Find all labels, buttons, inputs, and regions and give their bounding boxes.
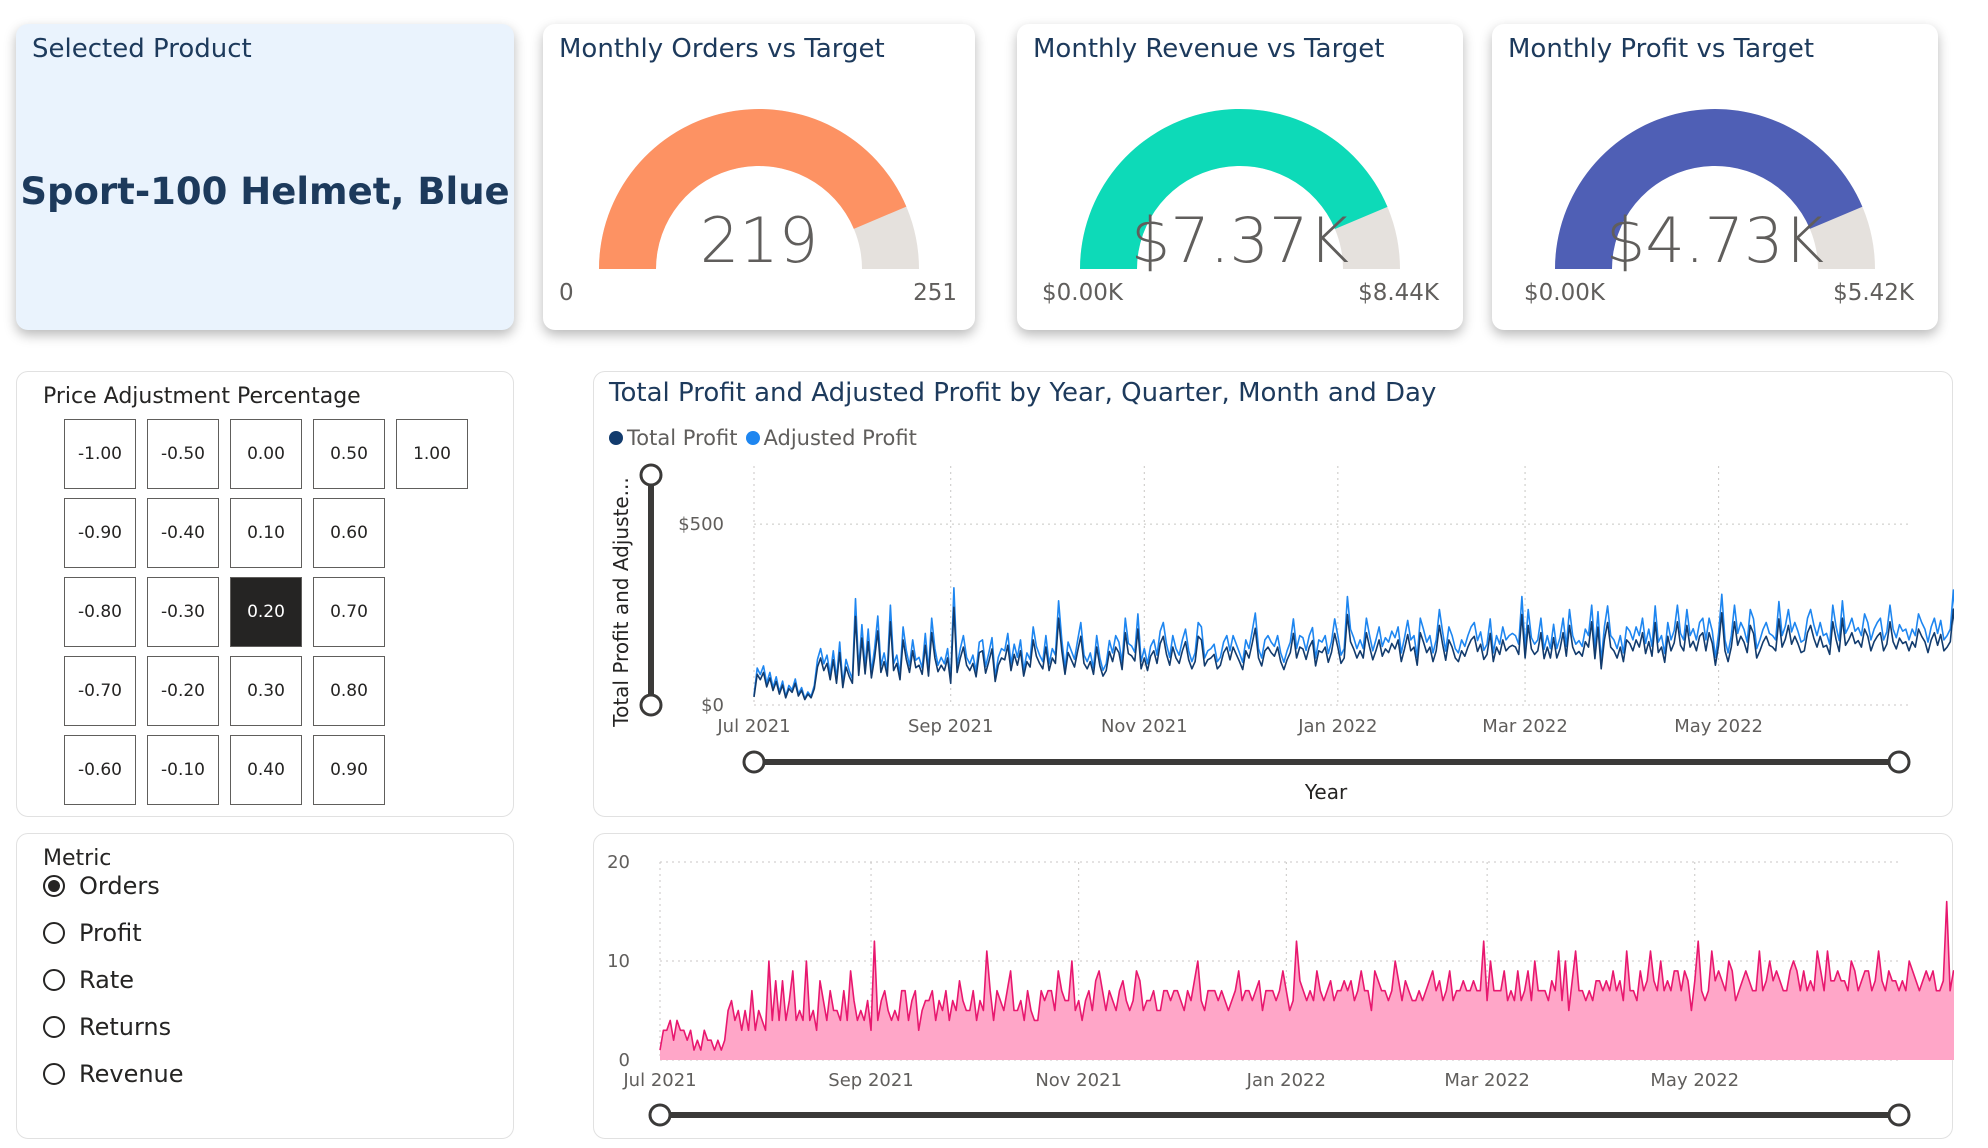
metric-option-profit[interactable]: Profit: [43, 919, 142, 947]
price-option-0.80[interactable]: 0.80: [313, 656, 385, 726]
radio-label: Rate: [79, 966, 135, 994]
orders-area-fill: [660, 901, 1954, 1060]
orders-gauge: [599, 109, 919, 269]
price-option-0.90[interactable]: 0.90: [313, 735, 385, 805]
profit-gauge-card[interactable]: Monthly Profit vs Target $4.73K $0.00K $…: [1492, 24, 1938, 330]
price-option-0.70[interactable]: 0.70: [313, 577, 385, 647]
selected-product-card: Selected Product Sport-100 Helmet, Blue: [16, 24, 514, 330]
x-tick-label: Mar 2022: [1444, 1070, 1530, 1091]
price-option--0.20[interactable]: -0.20: [147, 656, 219, 726]
series-line-total-profit: [753, 606, 1954, 701]
price-option-0.30[interactable]: 0.30: [230, 656, 302, 726]
orders-gauge-min: 0: [559, 280, 574, 306]
x-tick-label: Mar 2022: [1482, 716, 1568, 737]
price-option-0.00[interactable]: 0.00: [230, 419, 302, 489]
y-range-slider-handle-top[interactable]: [639, 463, 663, 487]
radio-button[interactable]: [43, 969, 65, 991]
price-option--0.10[interactable]: -0.10: [147, 735, 219, 805]
price-option-0.40[interactable]: 0.40: [230, 735, 302, 805]
series-line-adjusted-profit: [753, 587, 1954, 700]
y-tick-label: $0: [701, 695, 724, 716]
radio-button[interactable]: [43, 875, 65, 897]
price-option-0.10[interactable]: 0.10: [230, 498, 302, 568]
price-adjustment-title: Price Adjustment Percentage: [43, 384, 361, 409]
x-tick-label: Nov 2021: [1035, 1070, 1122, 1091]
orders-area-chart: 0 10 20 Jul 2021 Sep 2021 Nov 2021 Jan 2022 Mar…: [607, 852, 1954, 1127]
x-tick-label: Jan 2022: [1246, 1070, 1326, 1091]
x-range-slider-handle-start[interactable]: [648, 1103, 672, 1127]
price-option--1.00[interactable]: -1.00: [64, 419, 136, 489]
profit-gauge-value: $4.73K: [1605, 204, 1825, 277]
x-tick-label: May 2022: [1650, 1070, 1739, 1091]
selected-product-title: Selected Product: [32, 34, 252, 64]
metric-option-revenue[interactable]: Revenue: [43, 1060, 184, 1088]
price-option--0.80[interactable]: -0.80: [64, 577, 136, 647]
x-axis-title: Year: [1304, 780, 1348, 804]
x-tick-label: Nov 2021: [1101, 716, 1188, 737]
selected-product-value: Sport-100 Helmet, Blue: [20, 170, 510, 213]
radio-label: Orders: [79, 872, 160, 900]
radio-button[interactable]: [43, 1016, 65, 1038]
price-option-0.50[interactable]: 0.50: [313, 419, 385, 489]
price-option--0.90[interactable]: -0.90: [64, 498, 136, 568]
price-option-0.20[interactable]: 0.20: [230, 577, 302, 647]
x-tick-label: Jul 2021: [716, 716, 790, 737]
radio-button[interactable]: [43, 922, 65, 944]
orders-gauge-max: 251: [913, 280, 957, 306]
profit-chart-card: Total Profit and Adjusted Profit by Year…: [593, 371, 1954, 817]
revenue-gauge-min: $0.00K: [1042, 280, 1123, 306]
x-tick-label: Jan 2022: [1297, 716, 1377, 737]
profit-gauge-max: $5.42K: [1833, 280, 1914, 306]
price-option-0.60[interactable]: 0.60: [313, 498, 385, 568]
price-option-1.00[interactable]: 1.00: [396, 419, 468, 489]
orders-chart-card: 0 10 20 Jul 2021 Sep 2021 Nov 2021 Jan 2022 Mar…: [593, 833, 1954, 1139]
price-adjustment-slicer: Price Adjustment Percentage -1.00 -0.90 -0…: [16, 371, 514, 817]
radio-label: Revenue: [79, 1060, 184, 1088]
y-tick-label: $500: [678, 514, 724, 535]
y-tick-label: 10: [607, 951, 630, 972]
x-tick-label: Jul 2021: [622, 1070, 696, 1091]
y-tick-label: 20: [607, 852, 630, 873]
profit-line-chart: $0 $500 Jul 2021 Sep 2021 Nov 2021 Jan 2022 Ma…: [609, 463, 1954, 804]
y-axis-title: Total Profit and Adjuste...: [609, 477, 633, 727]
price-option--0.50[interactable]: -0.50: [147, 419, 219, 489]
orders-gauge-card[interactable]: Monthly Orders vs Target 219 0 251: [543, 24, 975, 330]
x-range-slider-handle-start[interactable]: [742, 750, 766, 774]
price-option--0.60[interactable]: -0.60: [64, 735, 136, 805]
radio-label: Profit: [79, 919, 142, 947]
radio-button[interactable]: [43, 1063, 65, 1085]
metric-title: Metric: [43, 846, 112, 871]
price-option--0.70[interactable]: -0.70: [64, 656, 136, 726]
y-range-slider-handle-bottom[interactable]: [639, 693, 663, 717]
x-range-slider-handle-end[interactable]: [1887, 1103, 1911, 1127]
x-tick-label: May 2022: [1674, 716, 1763, 737]
metric-option-rate[interactable]: Rate: [43, 966, 134, 994]
revenue-gauge-card[interactable]: Monthly Revenue vs Target $7.37K $0.00K …: [1017, 24, 1463, 330]
revenue-gauge-value: $7.37K: [1130, 204, 1350, 277]
price-option--0.30[interactable]: -0.30: [147, 577, 219, 647]
revenue-gauge-max: $8.44K: [1358, 280, 1439, 306]
radio-label: Returns: [79, 1013, 172, 1041]
metric-option-orders[interactable]: Orders: [43, 872, 160, 900]
x-tick-label: Sep 2021: [828, 1070, 913, 1091]
price-option--0.40[interactable]: -0.40: [147, 498, 219, 568]
profit-gauge-min: $0.00K: [1524, 280, 1605, 306]
x-range-slider-handle-end[interactable]: [1887, 750, 1911, 774]
metric-slicer: Metric Orders Profit Rate Returns Revenue: [16, 833, 514, 1139]
radio-selected-dot: [48, 880, 60, 892]
y-tick-label: 0: [619, 1050, 630, 1071]
metric-option-returns[interactable]: Returns: [43, 1013, 171, 1041]
orders-gauge-value: 219: [699, 204, 819, 277]
x-tick-label: Sep 2021: [908, 716, 993, 737]
